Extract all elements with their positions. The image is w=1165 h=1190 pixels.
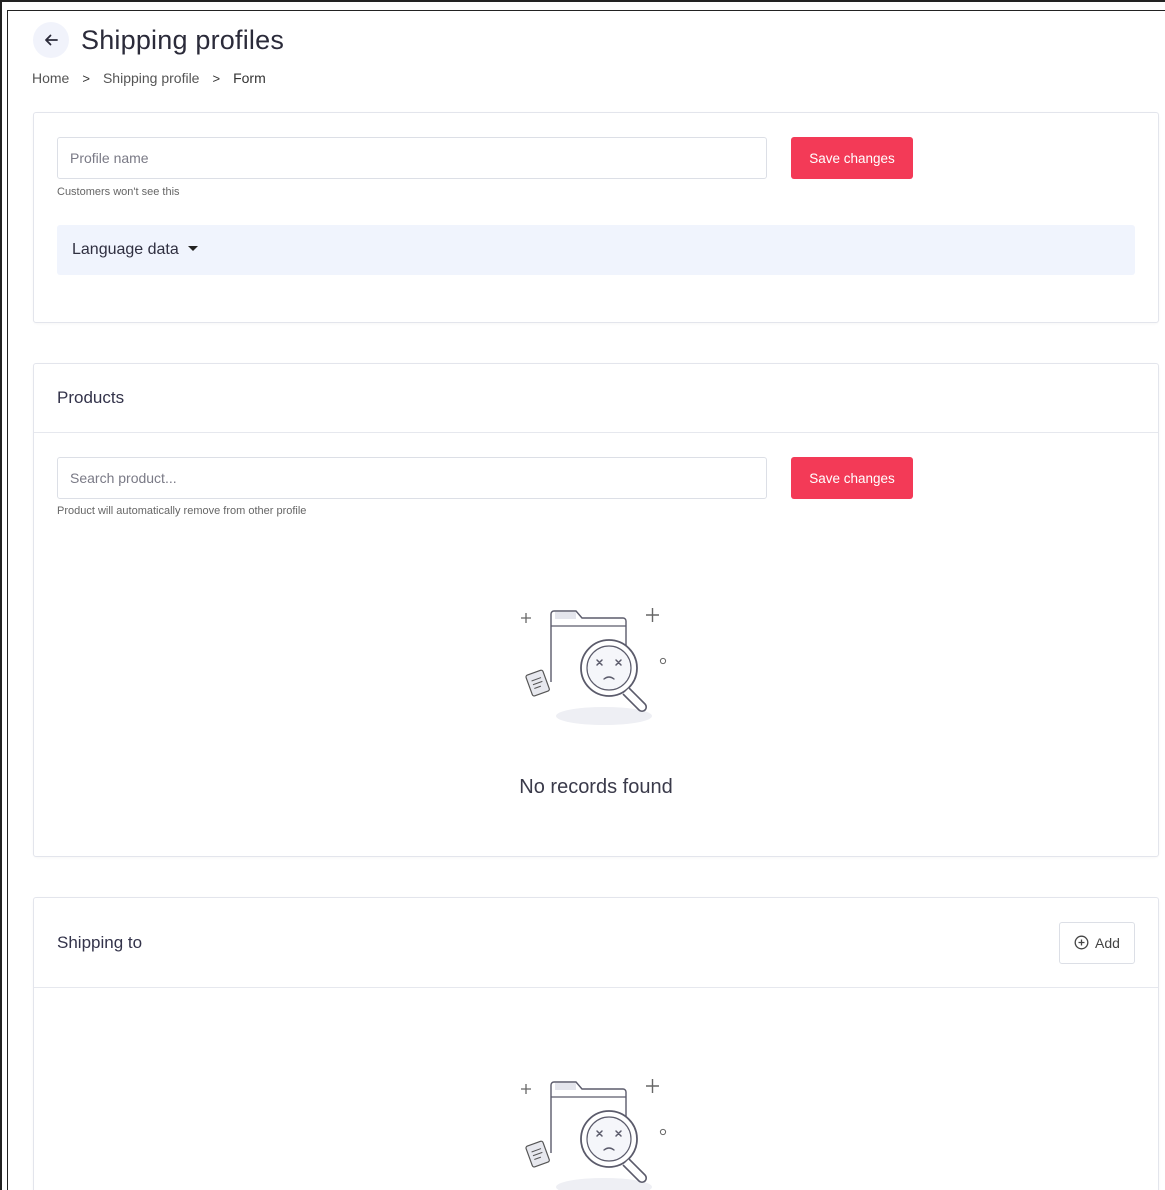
page-header: Shipping profiles (33, 22, 284, 58)
shipping-to-title: Shipping to (57, 932, 143, 952)
products-hint: Product will automatically remove from o… (57, 505, 307, 517)
arrow-left-icon (45, 34, 58, 46)
profile-name-input[interactable] (57, 137, 767, 179)
products-empty-state: No records found (34, 602, 1158, 799)
breadcrumb-home[interactable]: Home (32, 70, 69, 86)
products-card-header: Products (34, 364, 1158, 433)
shipping-to-card-header: Shipping to Add (34, 898, 1158, 988)
profile-card: Save changes Customers won't see this La… (33, 112, 1159, 323)
no-records-illustration (521, 1079, 667, 1190)
breadcrumb-form: Form (233, 70, 266, 86)
shipping-to-card: Shipping to Add (33, 897, 1159, 1190)
search-product-input[interactable] (57, 457, 767, 499)
breadcrumb-separator: > (82, 70, 90, 86)
products-empty-text: No records found (519, 776, 673, 798)
breadcrumb-separator: > (212, 70, 221, 86)
page-title: Shipping profiles (81, 24, 285, 55)
add-shipping-zone-button[interactable]: Add (1059, 921, 1135, 964)
add-button-label: Add (1095, 934, 1120, 951)
profile-name-hint: Customers won't see this (57, 186, 180, 198)
plus-circle-icon (1074, 935, 1089, 950)
no-records-illustration (521, 608, 667, 725)
breadcrumb: Home > Shipping profile > Form (32, 70, 266, 86)
save-products-button[interactable]: Save changes (791, 457, 913, 499)
save-profile-button[interactable]: Save changes (791, 137, 913, 179)
language-data-label: Language data (72, 241, 179, 258)
language-data-toggle[interactable]: Language data (57, 225, 1135, 275)
products-title: Products (57, 388, 125, 407)
caret-down-icon (187, 245, 198, 251)
shipping-empty-state (34, 1073, 1158, 1190)
products-card: Products Save changes Product will autom… (33, 363, 1159, 857)
breadcrumb-shipping-profile[interactable]: Shipping profile (103, 70, 200, 86)
back-button[interactable] (33, 22, 69, 58)
